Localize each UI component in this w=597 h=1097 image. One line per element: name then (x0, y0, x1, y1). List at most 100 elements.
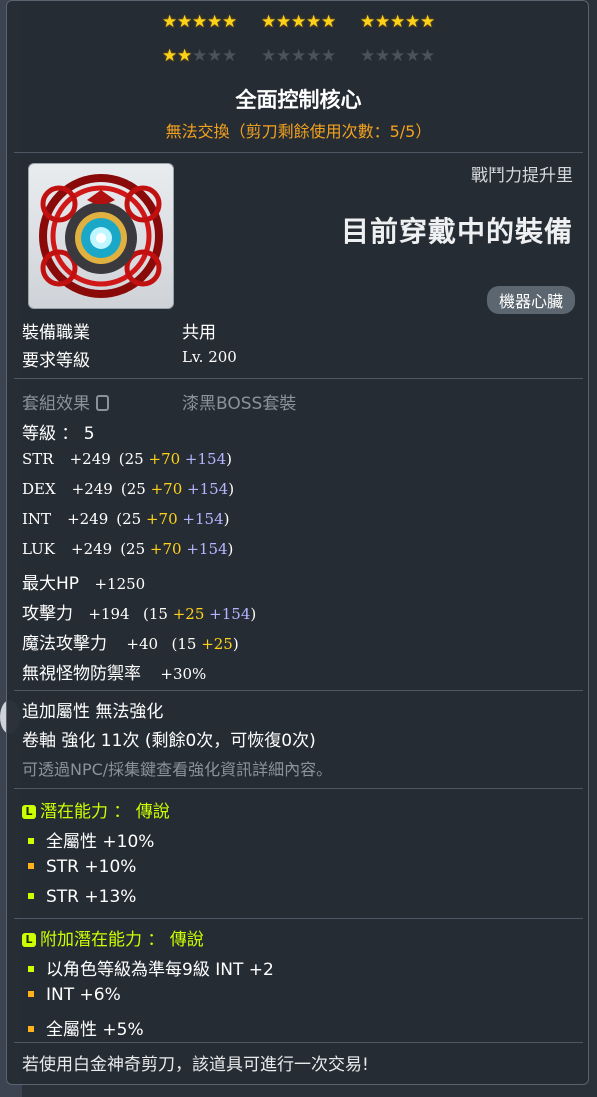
stat-total: +249 (67, 510, 109, 528)
set-row: 套組效果 漆黑BOSS套裝 (22, 389, 296, 414)
set-value: 漆黑BOSS套裝 (182, 394, 297, 414)
maxhp-label: 最大HP (22, 574, 80, 594)
magic-label: 魔法攻擊力 (22, 634, 107, 654)
stat-enhance: +154 (180, 450, 227, 468)
legendary-badge: L (22, 933, 36, 947)
potential-line: 以角色等級為準每9級 INT +2 (28, 955, 274, 980)
divider (14, 1042, 583, 1043)
stat-row: LUK +249 (25 +70 +154) (22, 539, 233, 559)
star-force-row-2: ★★★★★ ★★★★★ ★★★★★ (0, 46, 597, 66)
star-filled-icon: ★ (222, 12, 239, 32)
star-empty-icon: ★ (360, 46, 377, 66)
star-empty-icon: ★ (390, 46, 407, 66)
level-value: Lv. 200 (182, 348, 237, 366)
star-row-1-group: ★★★★★ (162, 12, 237, 32)
magic-base: (15 (171, 635, 202, 653)
star-row-2-group: ★★★★★ (162, 46, 237, 66)
additional-header: L 附加潛在能力 ： 傳說 (22, 925, 204, 950)
star-filled-icon: ★ (390, 12, 407, 32)
attack-label: 攻擊力 (22, 604, 73, 624)
star-empty-icon: ★ (222, 46, 239, 66)
star-filled-icon: ★ (276, 12, 293, 32)
attack-bonus: +25 (172, 605, 205, 623)
potential-line: STR +10% (28, 857, 136, 877)
star-row-2-group: ★★★★★ (261, 46, 336, 66)
star-filled-icon: ★ (207, 12, 224, 32)
star-empty-icon: ★ (261, 46, 278, 66)
bullet-icon (28, 1026, 34, 1032)
potential-header: L 潛在能力 ： 傳說 (22, 797, 170, 822)
potential-line: 全屬性 +10% (28, 827, 154, 852)
stat-close: ) (223, 510, 230, 528)
attack-enhance: +154 (204, 605, 251, 623)
stat-close: ) (228, 480, 235, 498)
stat-bonus: +70 (145, 510, 178, 528)
combat-power-label: 戰鬥力提升里 (471, 166, 573, 186)
set-label: 套組效果 (22, 394, 90, 414)
star-empty-icon: ★ (420, 46, 437, 66)
potential-text: INT +6% (46, 985, 121, 1005)
star-filled-icon: ★ (177, 46, 194, 66)
stat-base: (25 (120, 540, 150, 558)
ignore-def-row: 無視怪物防禦率 +30% (22, 659, 206, 684)
stat-total: +249 (71, 540, 113, 558)
legendary-badge: L (22, 805, 36, 819)
potential-line: STR +13% (28, 887, 136, 907)
additional-title: 附加潛在能力 ： 傳說 (40, 930, 204, 950)
stat-name: LUK (22, 540, 55, 558)
category-badge: 機器心臟 (486, 286, 575, 314)
maxhp-value: +1250 (94, 575, 146, 593)
attack-row: 攻擊力 +194 (15 +25 +154) (22, 599, 256, 624)
potential-text: STR +13% (46, 887, 137, 907)
star-empty-icon: ★ (291, 46, 308, 66)
magic-bonus: +25 (201, 635, 233, 653)
divider (14, 152, 583, 153)
star-row-1-group: ★★★★★ (360, 12, 435, 32)
stat-enhance: +154 (177, 510, 224, 528)
stat-total: +249 (71, 480, 113, 498)
stat-bonus: +70 (148, 450, 181, 468)
attack-total: +194 (88, 605, 130, 623)
mouse-icon (96, 395, 109, 411)
star-empty-icon: ★ (321, 46, 338, 66)
stat-row: INT +249 (25 +70 +154) (22, 509, 229, 529)
job-row: 裝備職業 共用 (22, 318, 216, 343)
stat-total: +249 (69, 450, 111, 468)
stat-enhance: +154 (181, 540, 228, 558)
stat-base: (25 (120, 480, 151, 498)
maxhp-row: 最大HP +1250 (22, 569, 145, 594)
potential-title: 潛在能力 ： 傳說 (40, 802, 170, 822)
magic-close: ) (232, 635, 239, 653)
bullet-icon (28, 991, 34, 997)
star-empty-icon: ★ (405, 46, 422, 66)
attack-close: ) (250, 605, 257, 623)
stat-bonus: +70 (149, 540, 182, 558)
star-filled-icon: ★ (291, 12, 308, 32)
divider (14, 918, 583, 919)
star-empty-icon: ★ (192, 46, 209, 66)
star-filled-icon: ★ (192, 12, 209, 32)
control-core-icon (39, 174, 163, 298)
star-force-row-1: ★★★★★ ★★★★★ ★★★★★ (0, 12, 597, 32)
bonus-line: 追加屬性 無法強化 (22, 702, 164, 722)
star-empty-icon: ★ (207, 46, 224, 66)
bullet-icon (28, 893, 34, 899)
stat-bonus: +70 (150, 480, 183, 498)
level-row: 要求等級 Lv. 200 (22, 346, 237, 371)
potential-line: 全屬性 +5% (28, 1015, 144, 1040)
hint-line: 可透過NPC/採集鍵查看強化資訊詳細內容。 (22, 760, 333, 779)
star-filled-icon: ★ (261, 12, 278, 32)
star-filled-icon: ★ (162, 12, 179, 32)
job-label: 裝備職業 (22, 323, 90, 343)
stat-enhance: +154 (182, 480, 229, 498)
stat-close: ) (227, 540, 234, 558)
star-filled-icon: ★ (405, 12, 422, 32)
scroll-line: 卷軸 強化 11次 (剩餘0次，可恢復0次) (22, 731, 316, 751)
star-filled-icon: ★ (321, 12, 338, 32)
stat-name: DEX (22, 480, 56, 498)
star-filled-icon: ★ (306, 12, 323, 32)
ignore-def-value: +30% (160, 665, 207, 683)
potential-text: 全屬性 +10% (46, 832, 155, 852)
star-empty-icon: ★ (375, 46, 392, 66)
star-filled-icon: ★ (360, 12, 377, 32)
